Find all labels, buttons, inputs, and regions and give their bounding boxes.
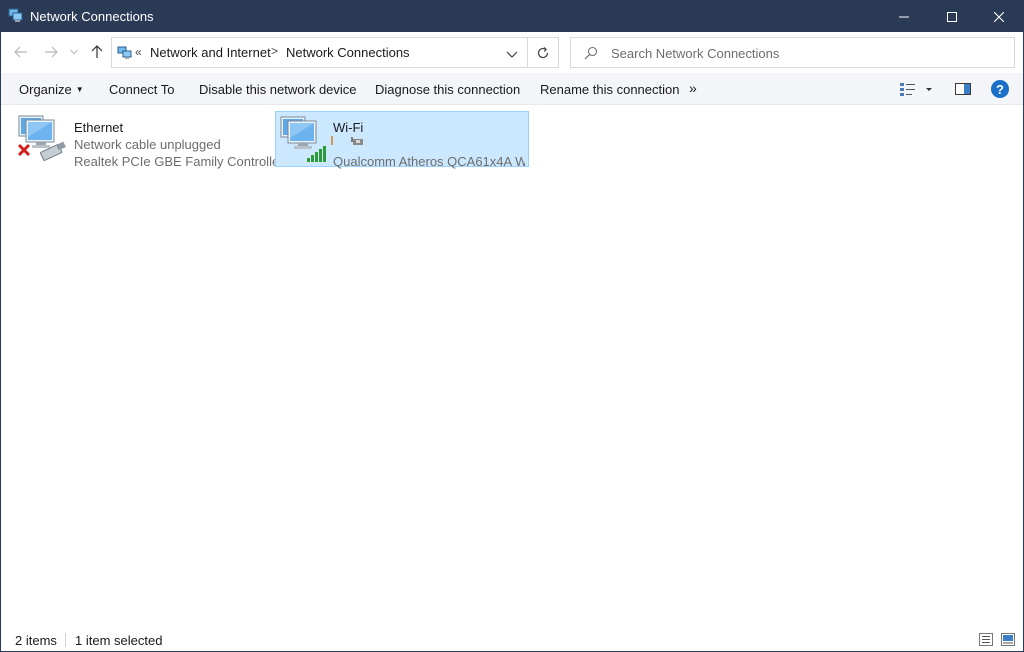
maximize-icon xyxy=(947,11,957,22)
connection-device: Realtek PCIe GBE Family Controller xyxy=(74,154,284,169)
window-title: Network Connections xyxy=(30,9,154,24)
help-button[interactable]: ? xyxy=(991,80,1009,98)
back-button[interactable] xyxy=(11,42,31,62)
minimize-button[interactable] xyxy=(881,1,927,32)
search-icon xyxy=(584,46,598,60)
connection-status: Network cable unplugged xyxy=(74,137,221,152)
disable-device-button[interactable]: Disable this network device xyxy=(199,82,357,97)
chevron-down-icon xyxy=(70,49,78,55)
change-view-button[interactable] xyxy=(897,81,935,98)
connect-to-button[interactable]: Connect To xyxy=(109,82,175,97)
breadcrumb-network-connections[interactable]: Network Connections xyxy=(286,45,410,60)
caret-down-icon: ▼ xyxy=(75,85,84,94)
maximize-button[interactable] xyxy=(929,1,975,32)
refresh-icon xyxy=(537,46,549,58)
network-connections-window: Network Connections « Network and Intern… xyxy=(0,0,1024,652)
ethernet-disconnected-icon xyxy=(17,115,69,163)
connection-item-wifi[interactable]: Wi-Fi Qualcomm Atheros QCA61x4A Wi... xyxy=(275,111,529,169)
preview-pane-icon xyxy=(955,83,971,95)
connection-status-redacted xyxy=(331,134,371,148)
connection-item-ethernet[interactable]: Ethernet Network cable unplugged Realtek… xyxy=(13,111,284,169)
up-button[interactable] xyxy=(87,42,107,62)
command-bar: Organize ▼ Connect To Disable this networ… xyxy=(1,73,1023,105)
minimize-icon xyxy=(899,16,909,17)
diagnose-connection-button[interactable]: Diagnose this connection xyxy=(375,82,520,97)
recent-locations-button[interactable] xyxy=(67,42,81,62)
chevron-down-icon xyxy=(506,51,518,58)
connection-device: Qualcomm Atheros QCA61x4A Wi... xyxy=(333,154,525,169)
organize-menu-button[interactable]: Organize ▼ xyxy=(19,82,84,97)
title-bar: Network Connections xyxy=(1,1,1023,32)
search-input[interactable] xyxy=(611,44,1001,62)
status-divider xyxy=(65,633,66,647)
large-icons-view-icon xyxy=(1001,633,1015,646)
details-view-button[interactable] xyxy=(979,633,993,646)
status-bar: 2 items 1 item selected xyxy=(1,628,1023,651)
connections-list: Ethernet Network cable unplugged Realtek… xyxy=(1,106,1023,626)
arrow-right-icon xyxy=(45,46,58,58)
close-button[interactable] xyxy=(976,1,1022,32)
connection-name: Wi-Fi xyxy=(333,120,364,135)
forward-button[interactable] xyxy=(41,42,61,62)
large-icons-view-button[interactable] xyxy=(1001,633,1015,646)
arrow-left-icon xyxy=(14,46,27,58)
network-location-icon xyxy=(117,45,133,61)
connection-name: Ethernet xyxy=(74,120,124,135)
breadcrumb-separator[interactable]: > xyxy=(271,44,278,58)
network-connections-app-icon xyxy=(8,8,24,24)
wifi-adapter-icon xyxy=(280,116,332,164)
breadcrumb-overflow[interactable]: « xyxy=(135,45,142,59)
selection-count: 1 item selected xyxy=(75,633,163,648)
redacted-status-icon xyxy=(331,136,363,145)
refresh-button[interactable] xyxy=(528,37,559,68)
close-icon xyxy=(994,11,1004,22)
item-count: 2 items xyxy=(15,633,57,648)
rename-connection-button[interactable]: Rename this connection xyxy=(540,82,679,97)
search-box[interactable] xyxy=(570,37,1015,68)
more-commands-button[interactable]: » xyxy=(689,80,697,96)
address-row: « Network and Internet > Network Connect… xyxy=(1,32,1023,72)
address-dropdown-button[interactable] xyxy=(505,47,519,61)
preview-pane-button[interactable] xyxy=(954,81,972,97)
details-view-icon xyxy=(979,633,993,646)
breadcrumb-network-and-internet[interactable]: Network and Internet xyxy=(150,45,271,60)
arrow-up-icon xyxy=(91,45,103,58)
view-options-icon xyxy=(900,83,932,96)
organize-label: Organize xyxy=(19,82,72,97)
address-bar[interactable]: « Network and Internet > Network Connect… xyxy=(111,37,528,68)
